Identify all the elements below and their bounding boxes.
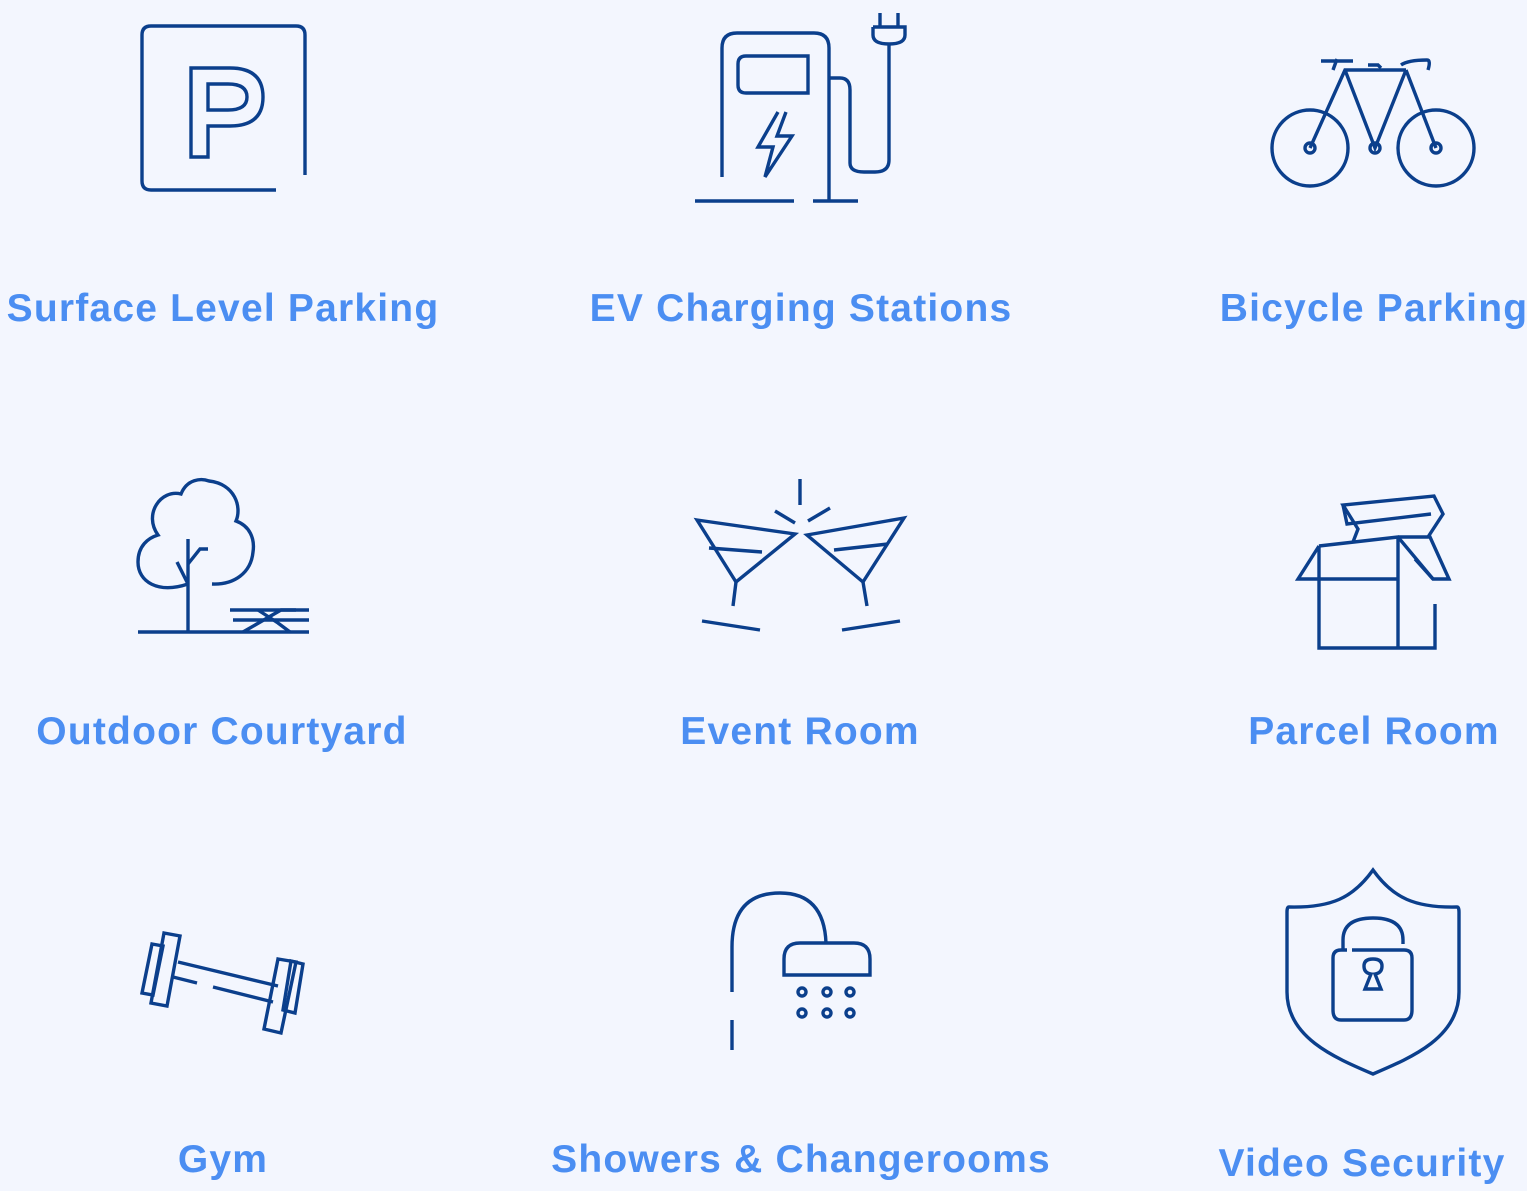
amenity-label-parcel-room: Parcel Room: [1248, 710, 1500, 753]
amenity-label-outdoor-courtyard: Outdoor Courtyard: [36, 710, 408, 753]
open-box-icon: [1255, 434, 1495, 674]
amenity-label-surface-level-parking: Surface Level Parking: [6, 287, 440, 330]
bicycle-icon: [1253, 0, 1493, 230]
shield-lock-icon: [1253, 852, 1493, 1092]
amenity-label-event-room: Event Room: [680, 710, 920, 753]
barbell-icon: [103, 852, 343, 1092]
ev-charger-icon: [682, 0, 922, 230]
amenity-label-video-security: Video Security: [1218, 1142, 1506, 1185]
amenity-label-showers-changerooms: Showers & Changerooms: [551, 1138, 1051, 1181]
parking-icon: [103, 0, 343, 230]
amenity-label-ev-charging-stations: EV Charging Stations: [589, 287, 1013, 330]
amenity-label-gym: Gym: [177, 1138, 269, 1181]
tree-picnic-table-icon: [103, 434, 343, 674]
shower-icon: [680, 852, 920, 1092]
amenity-grid: Surface Level Parking EV Charging Statio…: [0, 0, 1527, 1191]
cocktail-glasses-icon: [680, 434, 920, 674]
amenity-label-bicycle-parking: Bicycle Parking: [1219, 287, 1527, 330]
